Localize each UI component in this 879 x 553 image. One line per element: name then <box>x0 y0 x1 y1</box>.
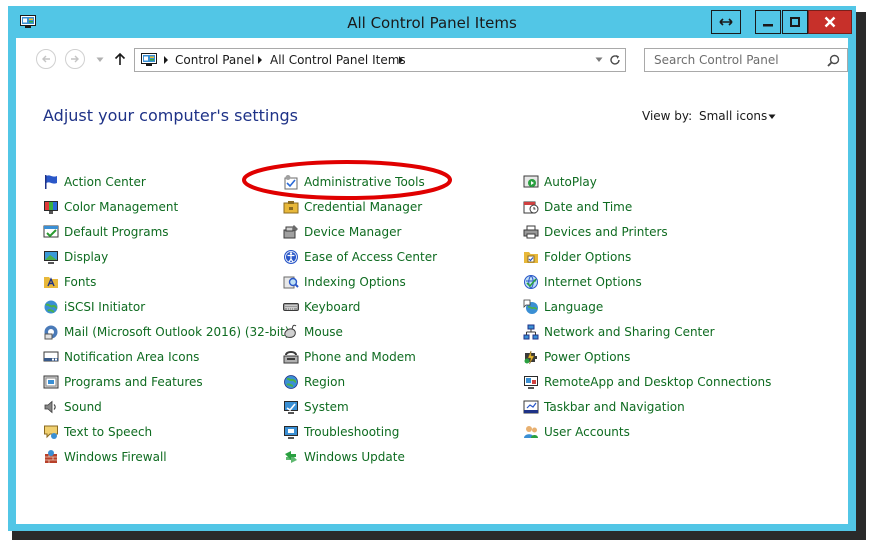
close-icon <box>824 16 836 28</box>
keyboard-icon <box>283 303 299 311</box>
item-keyboard[interactable]: Keyboard <box>283 298 360 316</box>
default-programs-icon <box>43 225 59 238</box>
item-mouse[interactable]: Mouse <box>283 323 343 341</box>
item-devices-and-printers[interactable]: Devices and Printers <box>523 223 668 241</box>
internet-options-icon <box>524 275 538 289</box>
speech-bubble-icon <box>44 425 58 439</box>
item-device-manager[interactable]: Device Manager <box>283 223 401 241</box>
item-text-to-speech[interactable]: Text to Speech <box>43 423 152 441</box>
autoplay-icon <box>523 175 539 188</box>
snap-button[interactable] <box>711 10 741 34</box>
resize-arrows-icon <box>719 18 733 26</box>
display-icon <box>44 251 58 264</box>
printer-icon <box>523 225 539 239</box>
close-button[interactable] <box>808 10 852 34</box>
minimize-button[interactable] <box>755 10 781 34</box>
item-internet-options[interactable]: Internet Options <box>523 273 642 291</box>
administrative-tools-icon <box>284 175 298 190</box>
date-time-icon <box>523 201 539 214</box>
credential-manager-icon <box>283 201 299 214</box>
item-ease-of-access-center[interactable]: Ease of Access Center <box>283 248 437 266</box>
item-network-and-sharing-center[interactable]: Network and Sharing Center <box>523 323 715 341</box>
fonts-folder-icon <box>44 277 58 288</box>
item-display[interactable]: Display <box>43 248 108 266</box>
item-fonts[interactable]: Fonts <box>43 273 96 291</box>
remoteapp-icon <box>524 376 538 389</box>
color-management-icon <box>44 201 58 214</box>
item-windows-firewall[interactable]: Windows Firewall <box>43 448 167 466</box>
flag-icon <box>45 175 57 189</box>
phone-modem-icon <box>283 351 299 364</box>
region-globe-icon <box>284 375 298 389</box>
item-sound[interactable]: Sound <box>43 398 102 416</box>
language-icon <box>523 299 538 314</box>
device-manager-icon <box>283 225 298 239</box>
power-options-icon <box>524 350 537 365</box>
ease-of-access-icon <box>284 250 298 264</box>
item-region[interactable]: Region <box>283 373 345 391</box>
item-windows-update[interactable]: Windows Update <box>283 448 405 466</box>
control-panel-items: Action Center Color Management Default P… <box>16 38 848 524</box>
item-system[interactable]: System <box>283 398 349 416</box>
item-folder-options[interactable]: Folder Options <box>523 248 631 266</box>
item-language[interactable]: Language <box>523 298 603 316</box>
user-accounts-icon <box>524 426 538 438</box>
item-user-accounts[interactable]: User Accounts <box>523 423 630 441</box>
item-taskbar-and-navigation[interactable]: Taskbar and Navigation <box>523 398 685 416</box>
item-programs-and-features[interactable]: Programs and Features <box>43 373 203 391</box>
system-icon <box>284 401 298 414</box>
indexing-options-icon <box>283 276 299 289</box>
item-administrative-tools[interactable]: Administrative Tools <box>283 173 425 191</box>
item-notification-area-icons[interactable]: Notification Area Icons <box>43 348 199 366</box>
item-remoteapp-and-desktop-connections[interactable]: RemoteApp and Desktop Connections <box>523 373 771 391</box>
item-date-and-time[interactable]: Date and Time <box>523 198 632 216</box>
troubleshooting-icon <box>284 426 298 439</box>
item-indexing-options[interactable]: Indexing Options <box>283 273 406 291</box>
windows-update-icon <box>285 451 297 463</box>
firewall-icon <box>45 450 57 463</box>
item-iscsi-initiator[interactable]: iSCSI Initiator <box>43 298 145 316</box>
item-credential-manager[interactable]: Credential Manager <box>283 198 422 216</box>
speaker-icon <box>44 400 56 414</box>
notification-area-icon <box>43 351 59 362</box>
maximize-button[interactable] <box>782 10 808 34</box>
minimize-icon <box>763 24 773 27</box>
taskbar-icon <box>523 400 539 414</box>
item-phone-and-modem[interactable]: Phone and Modem <box>283 348 416 366</box>
folder-options-icon <box>524 252 538 263</box>
mouse-icon <box>284 324 297 338</box>
item-troubleshooting[interactable]: Troubleshooting <box>283 423 399 441</box>
iscsi-globe-icon <box>44 300 58 314</box>
item-power-options[interactable]: Power Options <box>523 348 630 366</box>
maximize-icon <box>790 17 800 27</box>
item-action-center[interactable]: Action Center <box>43 173 146 191</box>
mail-icon <box>44 325 58 340</box>
item-color-management[interactable]: Color Management <box>43 198 178 216</box>
item-mail[interactable]: Mail (Microsoft Outlook 2016) (32-bit) <box>43 323 290 341</box>
network-icon <box>523 324 539 340</box>
content-area: Control Panel All Control Panel Items Ad… <box>16 38 848 524</box>
title-bar[interactable]: All Control Panel Items <box>8 6 856 38</box>
programs-and-features-icon <box>43 375 59 389</box>
item-autoplay[interactable]: AutoPlay <box>523 173 597 191</box>
item-default-programs[interactable]: Default Programs <box>43 223 169 241</box>
control-panel-window: All Control Panel Items Control Panel Al… <box>8 6 856 531</box>
